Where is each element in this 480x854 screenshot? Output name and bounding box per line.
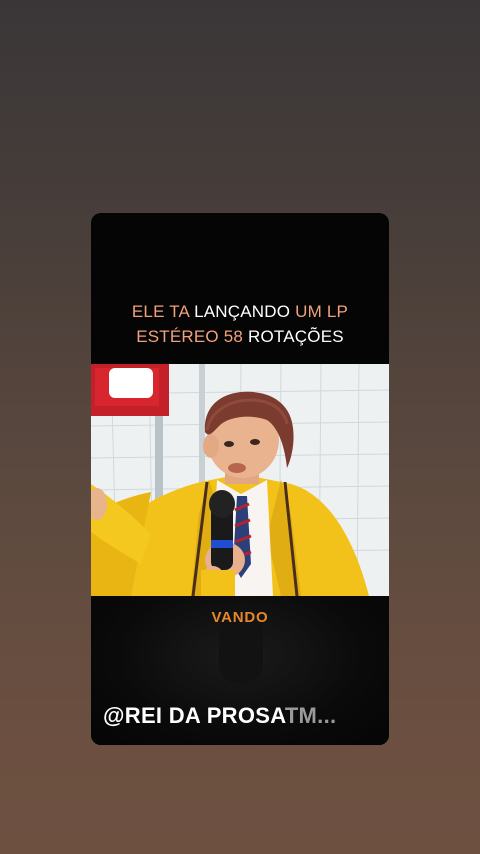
caption-line-1: ELE TA LANÇANDO UM LP <box>91 299 389 324</box>
caption-word: UM LP <box>295 302 349 321</box>
caption-word: ESTÉREO <box>136 327 219 346</box>
speaker-name: VANDO <box>211 609 269 626</box>
caption-word: ROTAÇÕES <box>248 327 344 346</box>
caption-word: ELE TA <box>131 302 190 321</box>
caption-word: 58 <box>223 327 244 346</box>
video-story-card[interactable]: ELE TA LANÇANDO UM LP ESTÉREO 58 ROTAÇÕE… <box>91 213 389 745</box>
caption-word: LANÇANDO <box>194 302 291 321</box>
video-scene-illustration <box>91 364 389 596</box>
watermark-suffix: TM... <box>284 703 337 728</box>
channel-watermark: @REI DA PROSATM... <box>103 703 336 729</box>
watermark-handle: @REI DA PROSA <box>103 703 285 728</box>
caption-line-2: ESTÉREO 58 ROTAÇÕES <box>91 324 389 349</box>
caption-text: ELE TA LANÇANDO UM LP ESTÉREO 58 ROTAÇÕE… <box>91 299 389 349</box>
video-frame[interactable] <box>91 364 389 596</box>
